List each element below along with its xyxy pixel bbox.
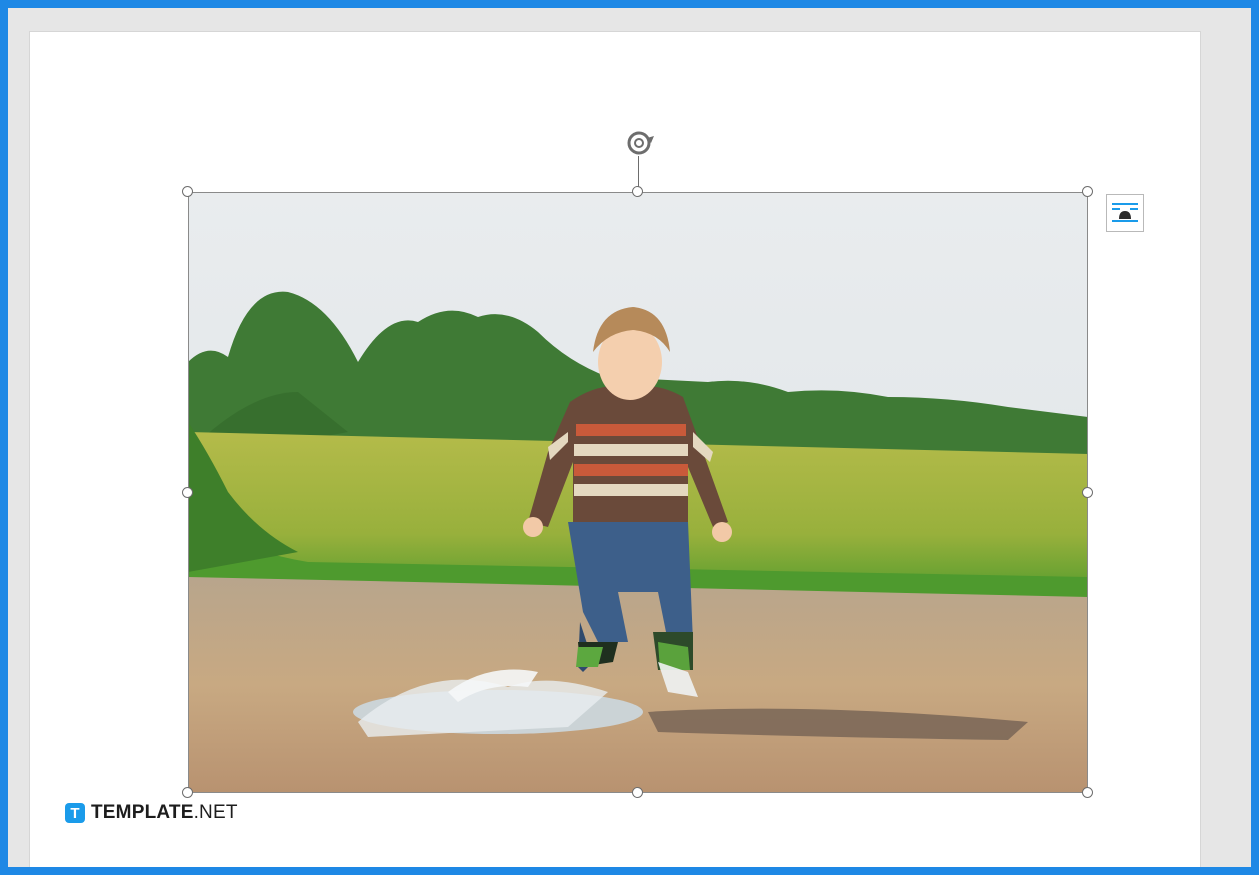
brand-logo-icon: T [65,803,85,823]
rotate-icon[interactable] [621,128,657,158]
editor-window-frame: T TEMPLATE.NET [8,8,1251,867]
selected-image[interactable] [188,192,1088,793]
document-page[interactable] [29,31,1201,867]
brand-name: TEMPLATE.NET [91,802,238,824]
resize-handle-bottom-right[interactable] [1082,787,1093,798]
brand-name-rest: .NET [193,802,238,823]
resize-handle-top-right[interactable] [1082,186,1093,197]
resize-handle-bottom-left[interactable] [182,787,193,798]
brand-watermark: T TEMPLATE.NET [65,802,238,824]
resize-handle-top-left[interactable] [182,186,193,197]
image-content [188,192,1088,793]
resize-handle-right[interactable] [1082,487,1093,498]
brand-name-bold: TEMPLATE [91,802,194,823]
resize-handle-top[interactable] [632,186,643,197]
layout-options-icon [1112,203,1138,222]
resize-handle-left[interactable] [182,487,193,498]
layout-options-button[interactable] [1106,194,1144,232]
resize-handle-bottom[interactable] [632,787,643,798]
